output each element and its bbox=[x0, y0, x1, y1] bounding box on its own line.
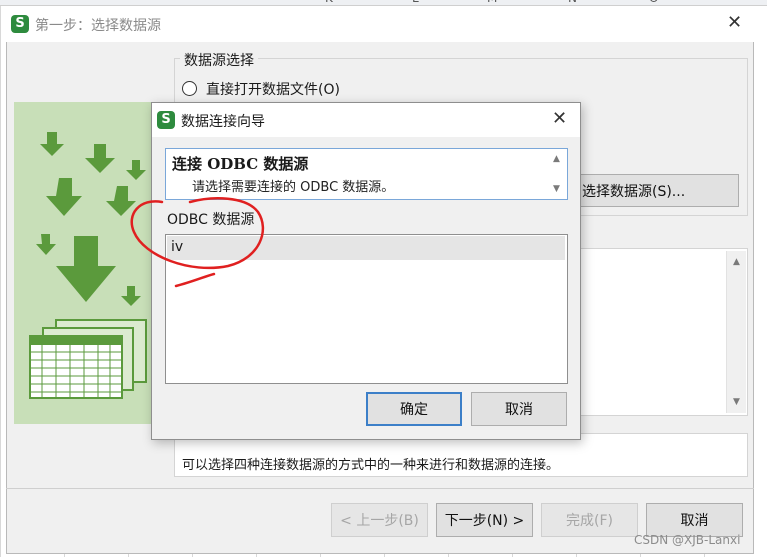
radio-open-file-label[interactable]: 直接打开数据文件(O) bbox=[206, 79, 340, 99]
scroll-down-icon[interactable]: ▼ bbox=[727, 397, 746, 407]
header-scrollbar[interactable]: ▲ ▼ bbox=[547, 150, 566, 198]
column-letter[interactable]: N bbox=[568, 0, 577, 5]
hint-text: 可以选择四种连接数据源的方式中的一种来进行和数据源的连接。 bbox=[182, 458, 560, 473]
arrow-icon bbox=[56, 236, 116, 302]
arrow-icon bbox=[36, 234, 56, 255]
preview-scrollbar[interactable]: ▲ ▼ bbox=[726, 251, 746, 413]
scroll-down-icon[interactable]: ▼ bbox=[547, 184, 566, 194]
scroll-up-icon[interactable]: ▲ bbox=[727, 257, 746, 267]
next-step-button[interactable]: 下一步(N) > bbox=[436, 503, 533, 537]
select-data-source-button[interactable]: 选择数据源(S)... bbox=[573, 174, 739, 207]
column-letter[interactable]: M bbox=[487, 0, 497, 5]
radio-open-file[interactable] bbox=[182, 81, 197, 96]
column-letter[interactable]: L bbox=[412, 0, 419, 5]
arrow-icon bbox=[85, 144, 115, 173]
column-letter[interactable]: O bbox=[649, 0, 658, 5]
dialog-close-icon[interactable]: ✕ bbox=[552, 110, 567, 128]
dialog-title: 数据连接向导 bbox=[181, 114, 265, 130]
finish-button[interactable]: 完成(F) bbox=[541, 503, 638, 537]
watermark: CSDN @XJB-Lanxi bbox=[634, 533, 741, 547]
ok-button[interactable]: 确定 bbox=[366, 392, 462, 426]
prev-step-button[interactable]: < 上一步(B) bbox=[331, 503, 428, 537]
scroll-up-icon[interactable]: ▲ bbox=[547, 154, 566, 164]
arrow-icon bbox=[46, 178, 82, 216]
wizard-cancel-button[interactable]: 取消 bbox=[646, 503, 743, 537]
red-annotation-circle bbox=[130, 197, 265, 288]
wps-logo-icon: S bbox=[157, 111, 175, 129]
arrow-icon bbox=[126, 160, 146, 180]
sheet-icon bbox=[29, 335, 123, 399]
arrow-icon bbox=[40, 132, 64, 156]
dialog-cancel-button[interactable]: 取消 bbox=[471, 392, 567, 426]
wps-logo-icon: S bbox=[11, 15, 29, 33]
wizard-title: 第一步：选择数据源 bbox=[35, 18, 161, 34]
footer-divider bbox=[6, 488, 754, 489]
data-source-group-label: 数据源选择 bbox=[180, 50, 258, 70]
column-letter[interactable]: K bbox=[325, 0, 333, 5]
dialog-header-title: 连接 ODBC 数据源 bbox=[172, 155, 309, 173]
wizard-close-icon[interactable]: ✕ bbox=[727, 14, 742, 32]
